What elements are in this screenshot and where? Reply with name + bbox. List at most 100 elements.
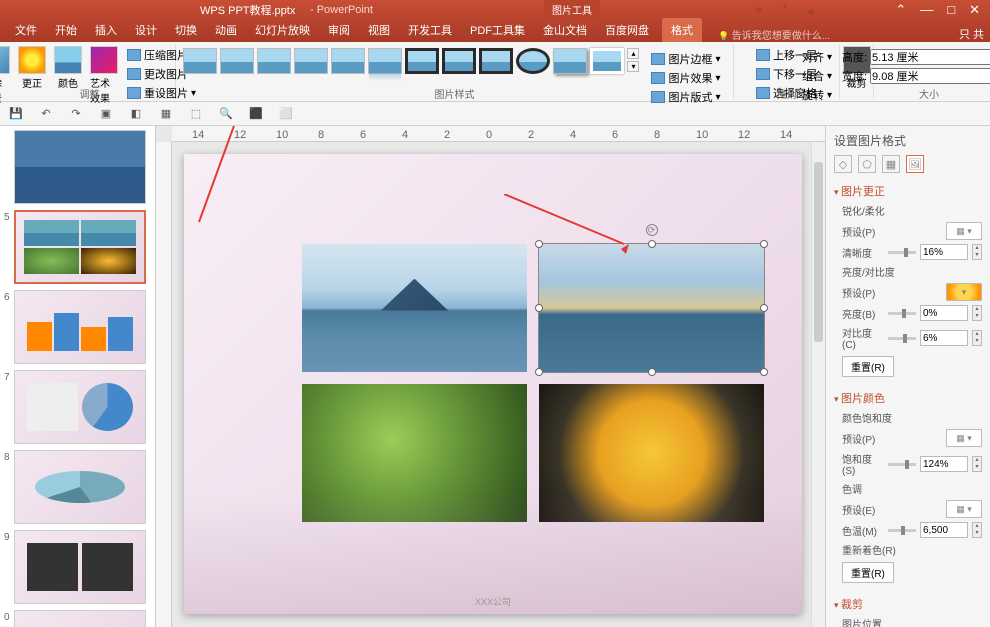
- sharpness-slider[interactable]: [888, 251, 916, 254]
- picture-icon[interactable]: 🖼: [906, 155, 924, 173]
- image-mountain[interactable]: [302, 244, 527, 372]
- qat-icon[interactable]: ▦: [158, 106, 174, 122]
- slide-canvas[interactable]: ⟳ XXX公司: [184, 154, 802, 614]
- tab-insert[interactable]: 插入: [86, 18, 126, 42]
- resize-handle[interactable]: [535, 240, 543, 248]
- style-preset[interactable]: [257, 48, 291, 74]
- tab-design[interactable]: 设计: [126, 18, 166, 42]
- horizontal-ruler: 141210864202468101214: [172, 126, 825, 142]
- tab-review[interactable]: 审阅: [319, 18, 359, 42]
- tab-transitions[interactable]: 切换: [166, 18, 206, 42]
- tab-developer[interactable]: 开发工具: [399, 18, 461, 42]
- thumbnail[interactable]: 8: [4, 450, 151, 524]
- effects-icon[interactable]: ⬠: [858, 155, 876, 173]
- resize-handle[interactable]: [760, 368, 768, 376]
- vertical-scrollbar[interactable]: [811, 142, 825, 627]
- picture-effects-button[interactable]: 图片效果 ▾: [648, 69, 723, 87]
- brightness-slider[interactable]: [888, 312, 916, 315]
- style-preset[interactable]: [368, 48, 402, 74]
- resize-handle[interactable]: [760, 240, 768, 248]
- slide-thumbnails[interactable]: 5 6 7 8 9 0: [0, 126, 156, 627]
- section-header[interactable]: 图片更正: [834, 181, 982, 201]
- style-preset[interactable]: [405, 48, 439, 74]
- thumbnail[interactable]: 7: [4, 370, 151, 444]
- style-gallery[interactable]: ▴ ▾ 图片边框 ▾ 图片效果 ▾ 图片版式 ▾: [177, 44, 731, 112]
- redo-icon[interactable]: ↷: [68, 106, 84, 122]
- tab-view[interactable]: 视图: [359, 18, 399, 42]
- reset-button[interactable]: 重置(R): [842, 356, 894, 377]
- style-preset[interactable]: [553, 48, 587, 74]
- temperature-input[interactable]: [920, 522, 968, 538]
- style-preset[interactable]: [442, 48, 476, 74]
- minimize-button[interactable]: —: [920, 2, 933, 18]
- preset-dropdown[interactable]: ▦ ▾: [946, 500, 982, 518]
- resize-handle[interactable]: [760, 304, 768, 312]
- preset-dropdown[interactable]: ▦ ▾: [946, 429, 982, 447]
- tab-pdf[interactable]: PDF工具集: [461, 18, 534, 42]
- style-preset[interactable]: [479, 48, 513, 74]
- style-preset[interactable]: [516, 48, 550, 74]
- style-preset[interactable]: [331, 48, 365, 74]
- maximize-button[interactable]: □: [947, 2, 955, 18]
- image-leaves[interactable]: [302, 384, 527, 522]
- group-button[interactable]: 组合▾: [799, 67, 835, 85]
- thumbnail-selected[interactable]: 5: [4, 210, 151, 284]
- sharpness-input[interactable]: [920, 244, 968, 260]
- close-button[interactable]: ✕: [969, 2, 980, 18]
- rotation-handle[interactable]: ⟳: [646, 224, 658, 236]
- image-lake-selected[interactable]: ⟳: [539, 244, 764, 372]
- preset-dropdown[interactable]: ▾: [946, 283, 982, 301]
- slide-footer: XXX公司: [475, 595, 511, 608]
- saturation-slider[interactable]: [888, 463, 916, 466]
- save-icon[interactable]: 💾: [8, 106, 24, 122]
- qat-icon[interactable]: ◧: [128, 106, 144, 122]
- height-field[interactable]: 高度:: [839, 48, 990, 66]
- size-icon[interactable]: ▦: [882, 155, 900, 173]
- picture-border-button[interactable]: 图片边框 ▾: [648, 50, 723, 68]
- width-field[interactable]: 宽度:: [839, 67, 990, 85]
- tab-home[interactable]: 开始: [46, 18, 86, 42]
- resize-handle[interactable]: [535, 368, 543, 376]
- contrast-input[interactable]: [920, 330, 968, 346]
- spinner[interactable]: ▴▾: [972, 244, 982, 260]
- tab-jinshan[interactable]: 金山文档: [534, 18, 596, 42]
- undo-icon[interactable]: ↶: [38, 106, 54, 122]
- preset-dropdown[interactable]: ▦ ▾: [946, 222, 982, 240]
- tab-format[interactable]: 格式: [662, 18, 702, 42]
- tab-animations[interactable]: 动画: [206, 18, 246, 42]
- thumbnail[interactable]: 9: [4, 530, 151, 604]
- thumbnail[interactable]: [4, 130, 151, 204]
- tab-slideshow[interactable]: 幻灯片放映: [246, 18, 319, 42]
- resize-handle[interactable]: [648, 368, 656, 376]
- section-header[interactable]: 裁剪: [834, 594, 982, 614]
- thumbnail[interactable]: 0: [4, 610, 151, 627]
- style-preset[interactable]: [590, 48, 624, 74]
- tab-baidu[interactable]: 百度网盘: [596, 18, 658, 42]
- temperature-slider[interactable]: [888, 529, 916, 532]
- resize-handle[interactable]: [535, 304, 543, 312]
- slideshow-icon[interactable]: ▣: [98, 106, 114, 122]
- style-preset[interactable]: [183, 48, 217, 74]
- gallery-up-icon[interactable]: ▴: [627, 48, 639, 59]
- resize-handle[interactable]: [648, 240, 656, 248]
- spinner[interactable]: ▴▾: [972, 456, 982, 472]
- style-preset[interactable]: [220, 48, 254, 74]
- gallery-more-icon[interactable]: ▾: [627, 61, 639, 72]
- saturation-input[interactable]: [920, 456, 968, 472]
- spinner[interactable]: ▴▾: [972, 305, 982, 321]
- tell-me-search[interactable]: 告诉我您想要做什么...: [718, 27, 830, 42]
- thumbnail[interactable]: 6: [4, 290, 151, 364]
- tab-file[interactable]: 文件: [6, 18, 46, 42]
- ribbon-options-icon[interactable]: ⌃: [895, 2, 906, 18]
- user-share[interactable]: 只 共: [959, 26, 984, 42]
- contrast-slider[interactable]: [888, 337, 916, 340]
- fill-icon[interactable]: ◇: [834, 155, 852, 173]
- style-preset[interactable]: [294, 48, 328, 74]
- image-maple[interactable]: [539, 384, 764, 522]
- align-button[interactable]: 对齐▾: [799, 48, 835, 66]
- spinner[interactable]: ▴▾: [972, 330, 982, 346]
- section-header[interactable]: 图片颜色: [834, 388, 982, 408]
- spinner[interactable]: ▴▾: [972, 522, 982, 538]
- brightness-input[interactable]: [920, 305, 968, 321]
- reset-button[interactable]: 重置(R): [842, 562, 894, 583]
